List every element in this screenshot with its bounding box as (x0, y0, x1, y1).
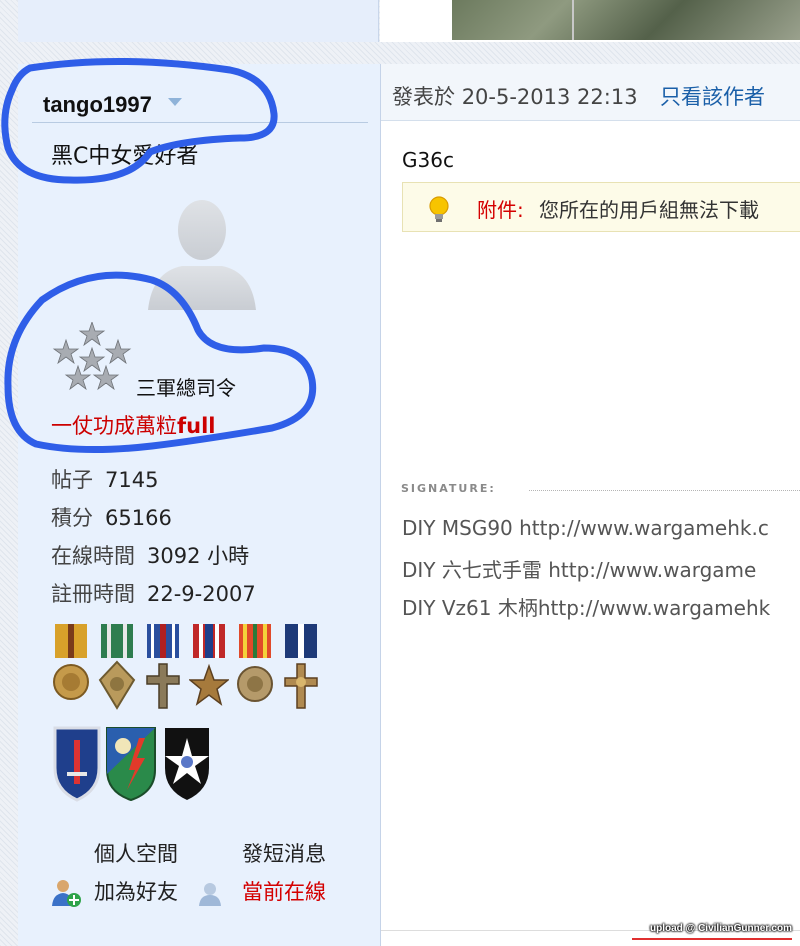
stat-label: 註冊時間 (51, 582, 135, 606)
stat-label: 在線時間 (51, 544, 135, 568)
author-username[interactable]: tango1997 (43, 92, 152, 118)
default-avatar-icon[interactable] (138, 190, 266, 310)
lightbulb-icon (429, 196, 449, 222)
post-date-prefix: 發表於 (392, 85, 455, 109)
online-status: 當前在線 (242, 880, 326, 904)
stat-value: 22-9-2007 (147, 582, 256, 606)
add-friend-icon[interactable] (50, 878, 82, 908)
stat-online-time: 在線時間 3092 小時 (51, 540, 256, 578)
author-sidebar: tango1997 黑C中女愛好者 三軍總司令 一仗功成萬粒full 帖子 714… (18, 64, 381, 946)
online-user-icon (199, 883, 221, 906)
upload-watermark: upload @ CivilianGunner.com (650, 923, 792, 934)
gold-medal-icon[interactable] (51, 624, 91, 714)
navy-cross-icon[interactable] (281, 624, 321, 714)
post-separator (18, 42, 800, 64)
stat-value: 65166 (105, 506, 172, 530)
user-group-prefix: 一仗功成萬粒 (51, 414, 177, 438)
user-group: 一仗功成萬粒full (51, 410, 215, 440)
signature-divider (529, 490, 800, 491)
attachment-message: 您所在的用戶組無法下載 (539, 198, 759, 222)
post-body: 發表於 20-5-2013 22:13 只看該作者 G36c 附件: 您所在的用… (381, 64, 800, 946)
post-header: 發表於 20-5-2013 22:13 只看該作者 (381, 64, 800, 121)
divider (32, 122, 368, 123)
stat-label: 積分 (51, 506, 93, 530)
green-medal-icon[interactable] (97, 624, 137, 714)
user-group-suffix: full (177, 414, 216, 438)
striped-medal-icon[interactable] (235, 624, 275, 714)
send-message-link[interactable]: 發短消息 (242, 838, 326, 868)
author-custom-title: 黑C中女愛好者 (51, 144, 199, 169)
signature-link[interactable]: DIY Vz61 木柄http://www.wargamehk (402, 592, 770, 621)
attachment-label: 附件: (477, 198, 524, 222)
signature-link[interactable]: DIY MSG90 http://www.wargamehk.c (402, 516, 769, 540)
signature-link[interactable]: DIY 六七式手雷 http://www.wargame (402, 554, 756, 583)
rank-title: 三軍總司令 (136, 376, 236, 400)
stat-posts: 帖子 7145 (51, 464, 256, 502)
personal-space-link[interactable]: 個人空間 (94, 838, 178, 868)
star-patch-icon[interactable] (161, 724, 213, 802)
ranger-patch-icon[interactable] (105, 724, 157, 802)
signature-label: SIGNATURE: (401, 482, 496, 495)
stat-label: 帖子 (51, 468, 93, 492)
add-friend-link[interactable]: 加為好友 (94, 876, 178, 906)
previous-post-sidebar (18, 0, 379, 42)
post-date: 發表於 20-5-2013 22:13 (392, 81, 638, 111)
previous-post-image[interactable] (452, 0, 800, 40)
post-content: G36c (402, 148, 454, 172)
author-stats: 帖子 7145 積分 65166 在線時間 3092 小時 註冊時間 22-9-2007 (51, 464, 256, 616)
star-medal-icon[interactable] (189, 624, 229, 714)
watermark-underline (632, 938, 792, 940)
stat-register-date: 註冊時間 22-9-2007 (51, 578, 256, 616)
sword-patch-icon[interactable] (51, 724, 103, 802)
forum-post: tango1997 黑C中女愛好者 三軍總司令 一仗功成萬粒full 帖子 714… (18, 64, 800, 946)
attachment-notice: 附件: 您所在的用戶組無法下載 (402, 182, 800, 232)
stat-value: 3092 小時 (147, 544, 250, 568)
stat-points: 積分 65166 (51, 502, 256, 540)
post-date-value: 20-5-2013 22:13 (461, 85, 638, 109)
user-menu-caret-icon[interactable] (168, 98, 182, 106)
only-author-link[interactable]: 只看該作者 (660, 81, 765, 111)
stat-value[interactable]: 7145 (105, 468, 158, 492)
rank-stars-icon (52, 322, 132, 391)
cross-medal-icon[interactable] (143, 624, 183, 714)
